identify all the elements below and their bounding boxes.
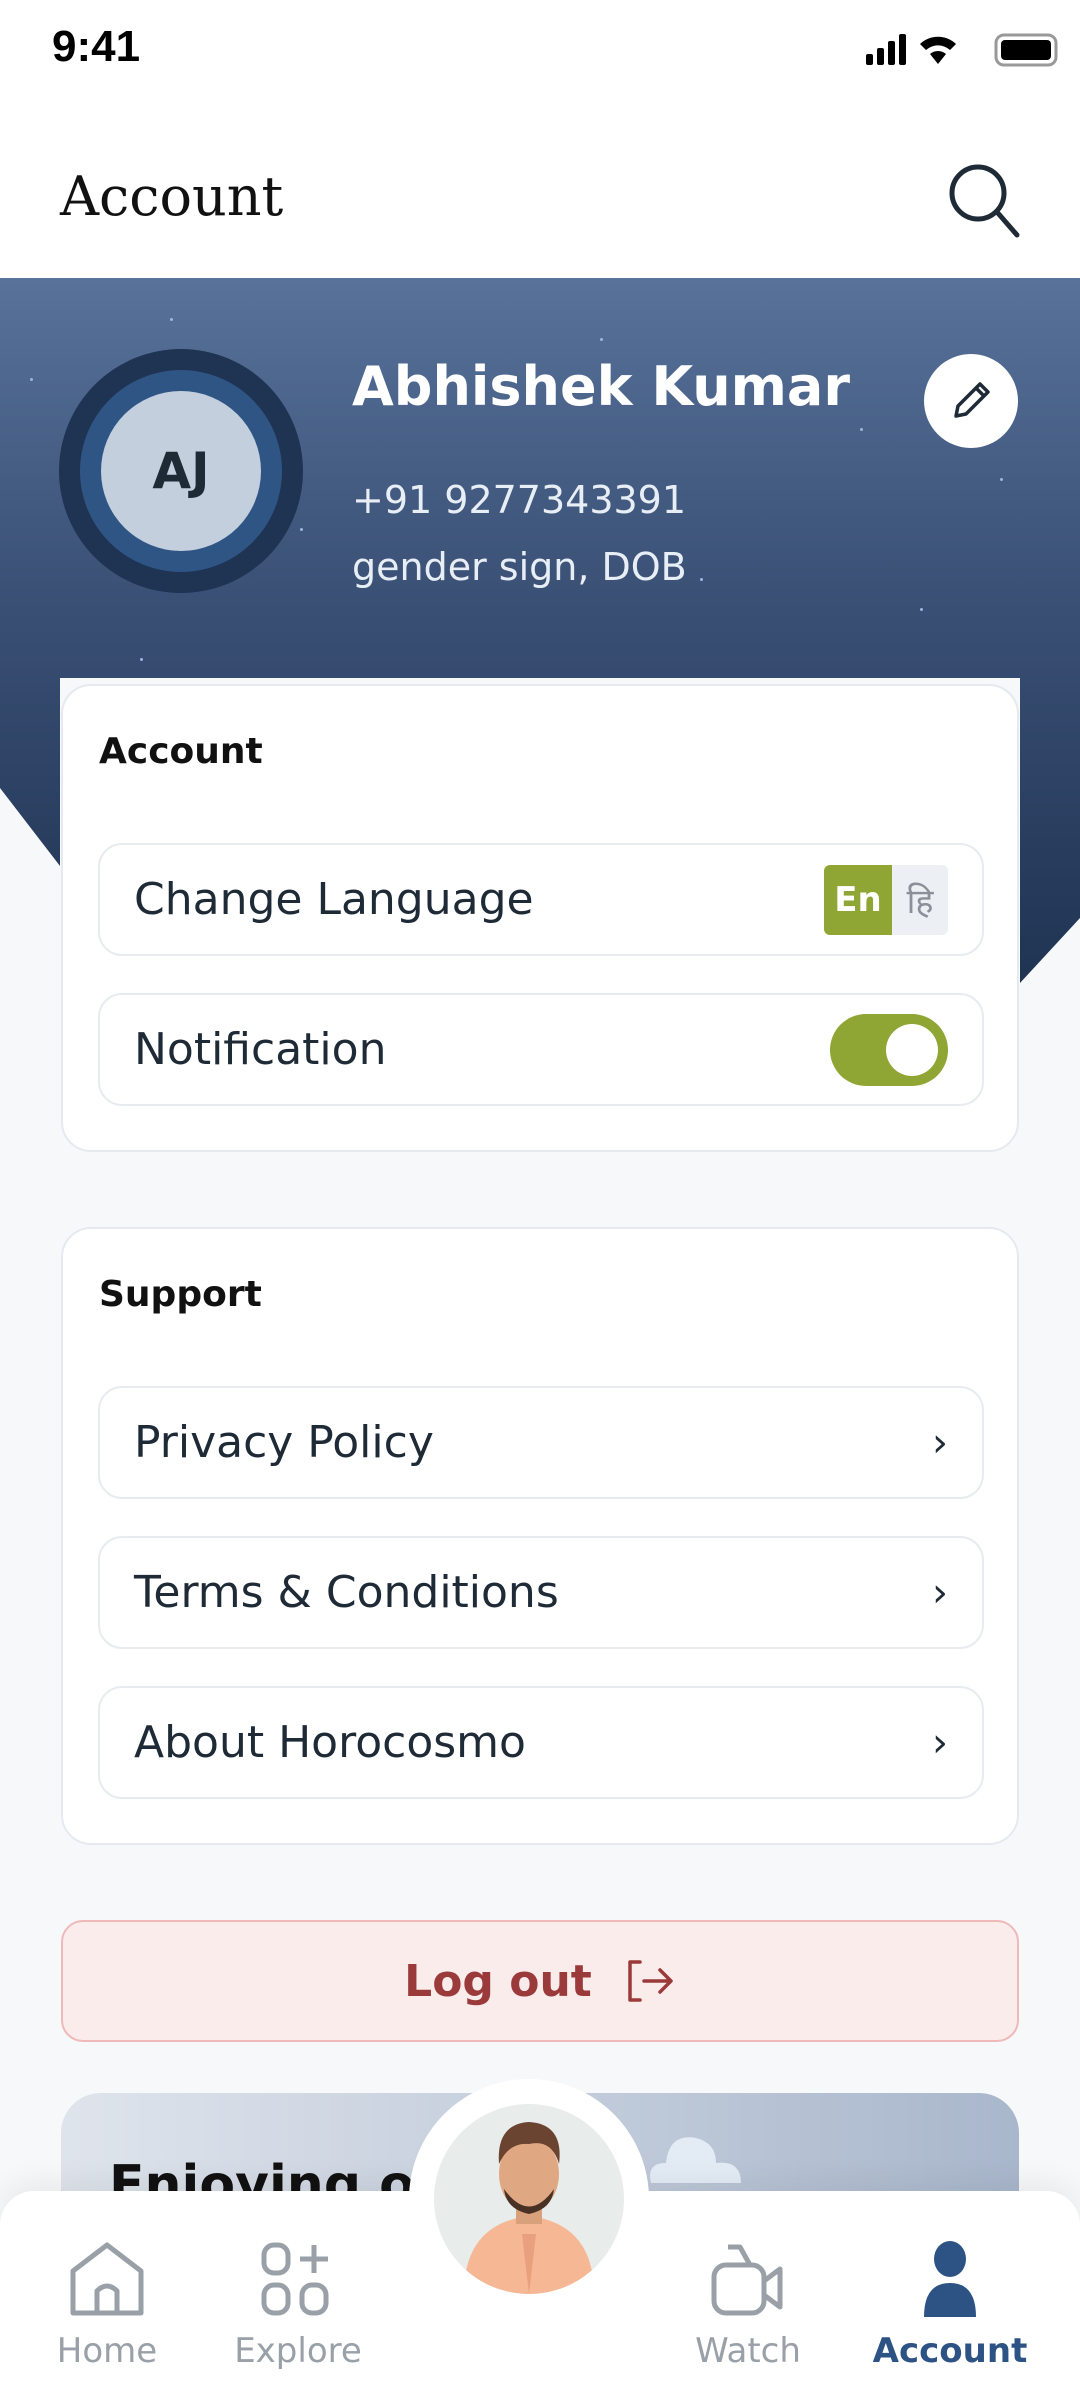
language-option-hi[interactable]: हि <box>892 864 948 935</box>
nav-label: Watch <box>695 2331 801 2371</box>
status-time: 9:41 <box>52 22 141 71</box>
video-icon <box>711 2244 783 2316</box>
profile-name: Abhishek Kumar <box>352 355 850 418</box>
section-title: Account <box>99 731 263 772</box>
chevron-right-icon: › <box>932 1419 948 1466</box>
support-card: Support Privacy Policy › Terms & Conditio… <box>61 1227 1019 1845</box>
astrologer-photo <box>464 2122 594 2294</box>
profile-details: gender sign, DOB <box>352 545 687 589</box>
profile-phone: +91 9277343391 <box>352 478 687 522</box>
toggle-knob <box>886 1023 938 1076</box>
row-label: Change Language <box>134 874 534 925</box>
terms-row[interactable]: Terms & Conditions › <box>98 1536 984 1649</box>
pencil-icon <box>954 382 990 418</box>
status-bar: 9:41 <box>0 0 1080 95</box>
about-row[interactable]: About Horocosmo › <box>98 1686 984 1799</box>
nav-explore[interactable]: Explore <box>213 2241 383 2371</box>
avatar: AJ <box>101 391 261 551</box>
page-title: Account <box>60 165 284 228</box>
app-header: Account <box>0 95 1080 278</box>
search-icon[interactable] <box>945 160 1025 240</box>
edit-profile-button[interactable] <box>924 354 1018 448</box>
nav-label: Home <box>56 2331 158 2371</box>
change-language-row: Change Language En हि <box>98 843 984 956</box>
row-label: Notification <box>134 1024 387 1075</box>
account-card: Account Change Language En हि Notificati… <box>61 684 1019 1152</box>
astrologer-avatar-button[interactable] <box>434 2104 624 2294</box>
user-icon <box>924 2241 976 2317</box>
nav-home[interactable]: Home <box>22 2241 192 2371</box>
privacy-policy-row[interactable]: Privacy Policy › <box>98 1386 984 1499</box>
chevron-right-icon: › <box>932 1719 948 1766</box>
explore-icon <box>261 2242 329 2316</box>
status-icons <box>866 33 1058 67</box>
nav-label: Account <box>872 2331 1028 2371</box>
notification-toggle[interactable] <box>830 1013 948 1086</box>
nav-account[interactable]: Account <box>865 2241 1035 2371</box>
nav-label: Explore <box>234 2331 362 2371</box>
row-label: Privacy Policy <box>134 1417 434 1468</box>
logout-icon <box>628 1960 673 2002</box>
home-icon <box>70 2242 144 2316</box>
logout-button[interactable]: Log out <box>61 1920 1019 2042</box>
language-option-en[interactable]: En <box>824 864 892 935</box>
section-title: Support <box>99 1274 262 1315</box>
notification-row: Notification <box>98 993 984 1106</box>
logout-label: Log out <box>404 1955 592 2007</box>
nav-watch[interactable]: Watch <box>663 2241 833 2371</box>
row-label: Terms & Conditions <box>134 1567 559 1618</box>
chevron-right-icon: › <box>932 1569 948 1616</box>
language-toggle: En हि <box>824 864 948 935</box>
row-label: About Horocosmo <box>134 1717 526 1768</box>
cloud-icon <box>650 2137 741 2183</box>
